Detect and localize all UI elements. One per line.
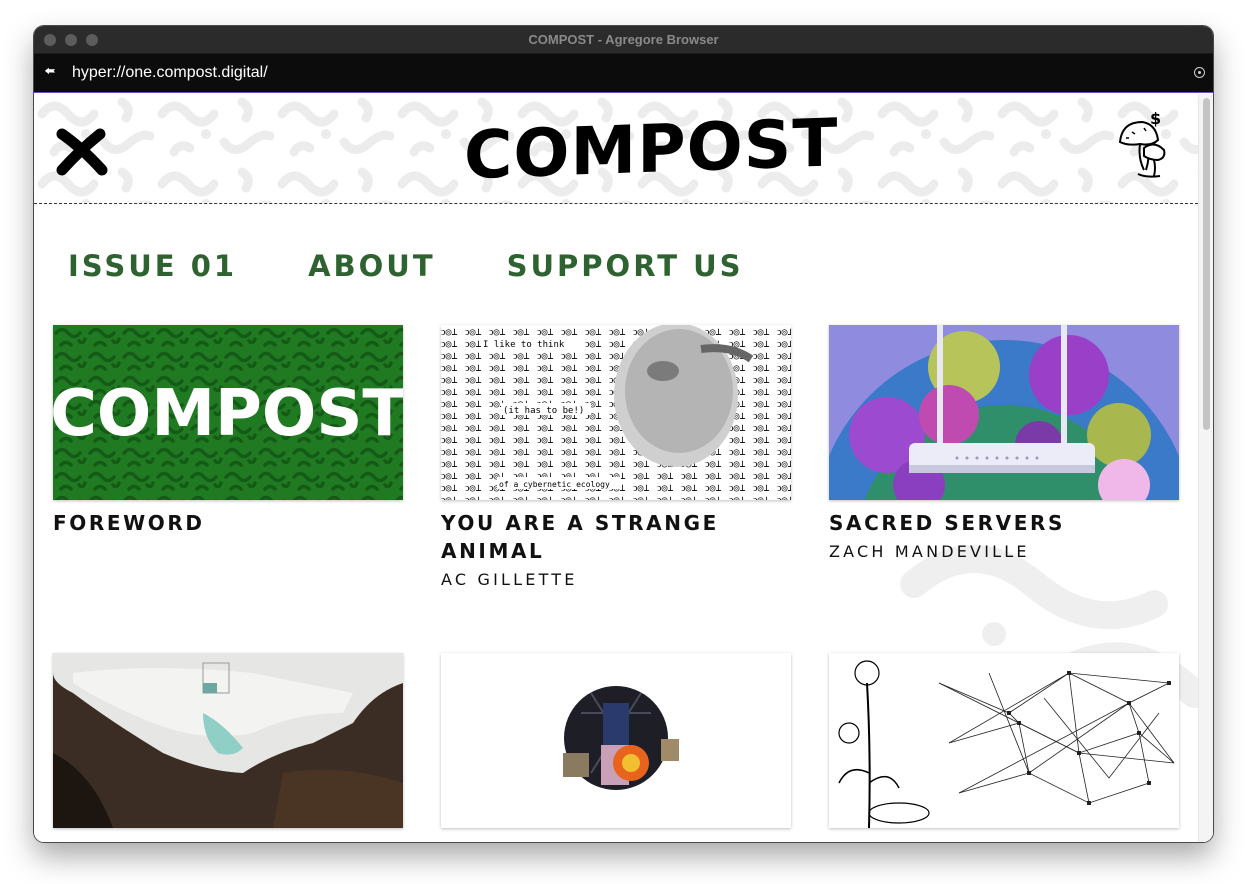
dandelion-network-thumbnail[interactable]	[829, 653, 1179, 828]
article-card-foreword[interactable]: COMPOST FOREWORD	[53, 325, 403, 537]
article-card-sacred-servers[interactable]: SACRED SERVERS ZACH MANDEVILLE	[829, 325, 1179, 561]
browser-window: COMPOST - Agregore Browser 🢘 hyper://one…	[34, 26, 1213, 842]
satellite-image	[53, 653, 403, 828]
close-x-icon[interactable]	[54, 128, 110, 176]
nav-link-about[interactable]: ABOUT	[308, 249, 436, 289]
router-illustration	[829, 325, 1179, 500]
collage-image	[563, 686, 679, 790]
site-logo[interactable]: COMPOST	[464, 104, 838, 194]
thumb-caption-1: I like to think	[483, 340, 565, 350]
window-title: COMPOST - Agregore Browser	[528, 32, 719, 47]
title-bar: COMPOST - Agregore Browser	[34, 26, 1213, 54]
glyph-pattern: ↄ◎⊥ I like to think (it has to be!)	[441, 325, 791, 500]
article-author[interactable]: AC GILLETTE	[441, 570, 791, 589]
address-input[interactable]	[72, 62, 1172, 84]
browser-menu-icon[interactable]	[1194, 67, 1205, 78]
article-card-5[interactable]	[441, 653, 791, 828]
article-title[interactable]: FOREWORD	[53, 509, 403, 537]
nav-link-support-us[interactable]: SUPPORT US	[507, 249, 744, 289]
nav-link-issue-01[interactable]: ISSUE 01	[68, 249, 237, 289]
glyph-pattern-thumbnail[interactable]: ↄ◎⊥ I like to think (it has to be!)	[441, 325, 791, 500]
article-author[interactable]: ZACH MANDEVILLE	[829, 542, 1179, 561]
url-bar: 🢘	[34, 54, 1213, 93]
article-card-6[interactable]	[829, 653, 1179, 828]
main-nav: ISSUE 01 ABOUT SUPPORT US	[68, 249, 815, 289]
site-header: COMPOST $	[34, 94, 1198, 204]
mushroom-dollar-icon[interactable]: $	[1114, 108, 1172, 182]
article-title[interactable]: YOU ARE A STRANGE ANIMAL	[441, 509, 791, 565]
router-flowers-thumbnail[interactable]	[829, 325, 1179, 500]
thumb-caption-3: of a cybernetic ecology	[499, 480, 610, 489]
green-squiggle-pattern: COMPOST	[53, 325, 403, 500]
back-arrow-icon[interactable]: 🢘	[42, 64, 58, 80]
article-title[interactable]: SACRED SERVERS	[829, 509, 1179, 537]
vertical-scrollbar[interactable]	[1198, 94, 1213, 842]
compost-logo-thumbnail[interactable]: COMPOST	[53, 325, 403, 500]
compost-thumb-text: COMPOST	[53, 377, 403, 451]
article-card-4[interactable]	[53, 653, 403, 828]
page-viewport[interactable]: COMPOST $ ISSUE 01 ABOUT SUPPORT US COMP…	[34, 94, 1213, 842]
collage-thumbnail[interactable]	[441, 653, 791, 828]
article-card-strange-animal[interactable]: ↄ◎⊥ I like to think (it has to be!)	[441, 325, 791, 589]
scrollbar-thumb[interactable]	[1203, 98, 1210, 430]
thumb-caption-2: (it has to be!)	[503, 406, 584, 416]
network-drawing	[838, 660, 1175, 828]
satellite-salt-flat-thumbnail[interactable]	[53, 653, 403, 828]
